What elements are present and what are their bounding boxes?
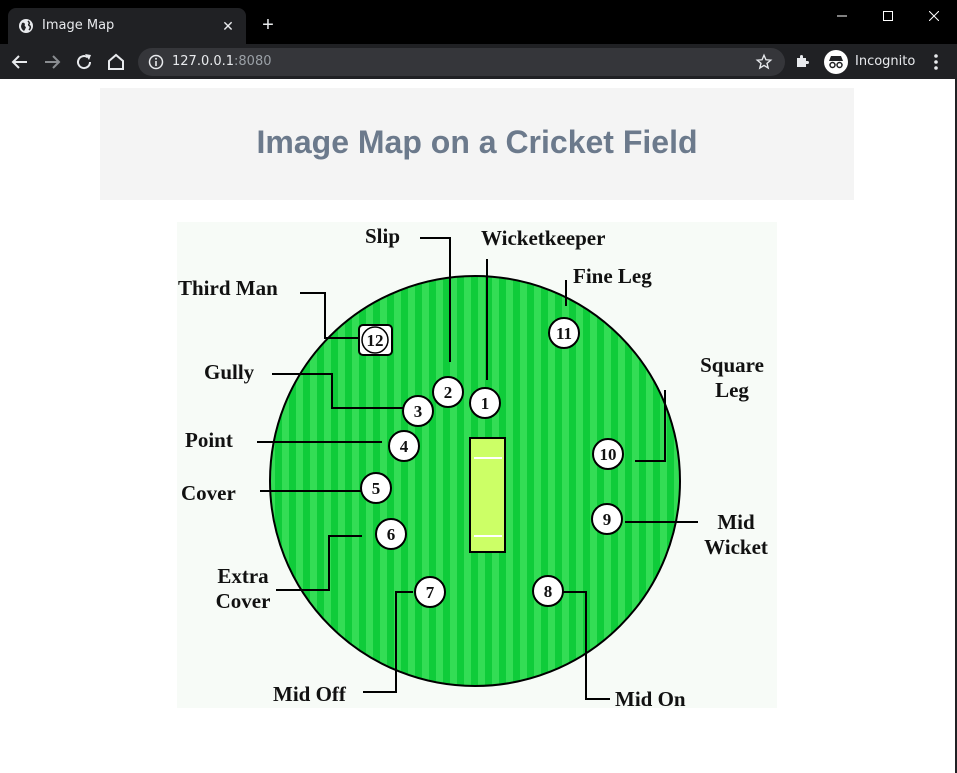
close-window-button[interactable] — [911, 0, 957, 32]
forward-arrow-icon[interactable] — [40, 50, 64, 74]
cricket-field-image-map: 1 2 3 4 5 6 7 8 9 10 11 12 Slip Wicketke… — [177, 222, 777, 708]
info-icon[interactable] — [148, 54, 164, 70]
label-mid-on: Mid On — [615, 687, 686, 708]
position-number-10: 10 — [600, 445, 617, 464]
label-slip: Slip — [365, 224, 400, 248]
browser-tab[interactable]: Image Map ✕ — [8, 8, 246, 44]
position-number-11: 11 — [556, 324, 572, 343]
label-fine-leg: Fine Leg — [573, 264, 652, 288]
minimize-button[interactable] — [819, 0, 865, 32]
reload-icon[interactable] — [72, 50, 96, 74]
position-number-3: 3 — [414, 402, 423, 421]
maximize-button[interactable] — [865, 0, 911, 32]
position-number-5: 5 — [372, 479, 381, 498]
label-square-leg-line1: Square — [700, 353, 764, 377]
url-text: 127.0.0.1:8080 — [172, 54, 272, 69]
label-third-man: Third Man — [178, 276, 278, 300]
tab-title: Image Map — [42, 18, 115, 33]
position-number-4: 4 — [400, 437, 409, 456]
label-point: Point — [185, 428, 233, 452]
label-mid-wicket-line1: Mid — [717, 510, 755, 534]
label-mid-wicket-line2: Wicket — [704, 535, 768, 559]
address-bar[interactable]: 127.0.0.1:8080 — [138, 48, 785, 76]
bookmark-star-icon[interactable] — [755, 53, 773, 71]
incognito-icon — [824, 50, 848, 74]
pitch — [469, 437, 506, 553]
label-gully: Gully — [204, 360, 255, 384]
url-host: 127.0.0.1 — [172, 54, 235, 69]
back-arrow-icon[interactable] — [8, 50, 32, 74]
page-header: Image Map on a Cricket Field — [100, 88, 854, 200]
position-number-9: 9 — [603, 510, 612, 529]
position-number-7: 7 — [426, 583, 435, 602]
kebab-menu-icon[interactable] — [924, 50, 948, 74]
new-tab-button[interactable]: + — [256, 14, 280, 38]
position-number-6: 6 — [387, 525, 396, 544]
minimize-icon — [837, 15, 847, 17]
label-cover: Cover — [181, 481, 236, 505]
tab-close-icon[interactable]: ✕ — [218, 16, 238, 36]
label-extra-cover-line2: Cover — [216, 589, 271, 613]
home-icon[interactable] — [104, 50, 128, 74]
label-mid-off: Mid Off — [273, 682, 347, 706]
position-number-8: 8 — [544, 582, 553, 601]
label-wicketkeeper: Wicketkeeper — [481, 226, 605, 250]
position-number-12: 12 — [367, 331, 384, 350]
url-port: :8080 — [234, 54, 272, 69]
incognito-label: Incognito — [855, 54, 916, 69]
position-number-1: 1 — [481, 394, 490, 413]
maximize-icon — [883, 11, 893, 21]
close-icon — [928, 10, 940, 22]
position-number-2: 2 — [444, 383, 453, 402]
browser-titlebar: Image Map ✕ + — [0, 0, 957, 44]
browser-toolbar: 127.0.0.1:8080 Incognito — [0, 44, 957, 79]
label-extra-cover-line1: Extra — [217, 564, 269, 588]
label-square-leg-line2: Leg — [715, 378, 749, 402]
page-title: Image Map on a Cricket Field — [256, 124, 698, 160]
globe-icon — [19, 19, 33, 33]
extensions-puzzle-icon[interactable] — [794, 52, 812, 70]
